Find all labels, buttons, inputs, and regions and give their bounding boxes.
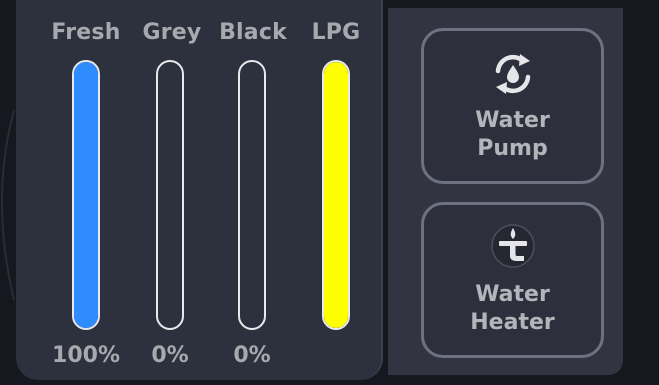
tank-percent-fresh: 100% [52, 343, 120, 368]
controls-panel: Water Pump Water Heater [388, 8, 623, 375]
heater-logo-icon [490, 224, 535, 268]
tank-levels-panel: Fresh 100% Grey 0% Black 0% LPG [16, 0, 383, 380]
tank-gauge-fresh [72, 60, 100, 330]
water-heater-label: Water Heater [424, 281, 601, 337]
water-pump-label-line1: Water [475, 108, 550, 133]
water-pump-label: Water Pump [424, 107, 601, 163]
tank-gauge-lpg [322, 60, 350, 330]
tank-percent-black: 0% [233, 343, 271, 368]
tank-label-fresh: Fresh [51, 20, 121, 45]
tank-gauge-black [238, 60, 266, 330]
water-heater-label-line2: Heater [470, 310, 555, 335]
tank-fill-fresh [74, 62, 98, 328]
tank-fill-lpg [324, 62, 348, 328]
tank-gauge-grey [156, 60, 184, 330]
tank-label-lpg: LPG [311, 20, 361, 45]
water-recycle-icon [495, 54, 530, 94]
tank-label-grey: Grey [142, 20, 202, 45]
screen-edge [645, 0, 659, 385]
water-pump-label-line2: Pump [477, 136, 548, 161]
water-heater-button[interactable]: Water Heater [421, 202, 604, 358]
water-pump-button[interactable]: Water Pump [421, 28, 604, 184]
tank-label-black: Black [219, 20, 287, 45]
water-heater-label-line1: Water [475, 282, 550, 307]
dashboard-screen: Fresh 100% Grey 0% Black 0% LPG Water Pu… [0, 0, 659, 385]
tank-percent-grey: 0% [151, 343, 189, 368]
